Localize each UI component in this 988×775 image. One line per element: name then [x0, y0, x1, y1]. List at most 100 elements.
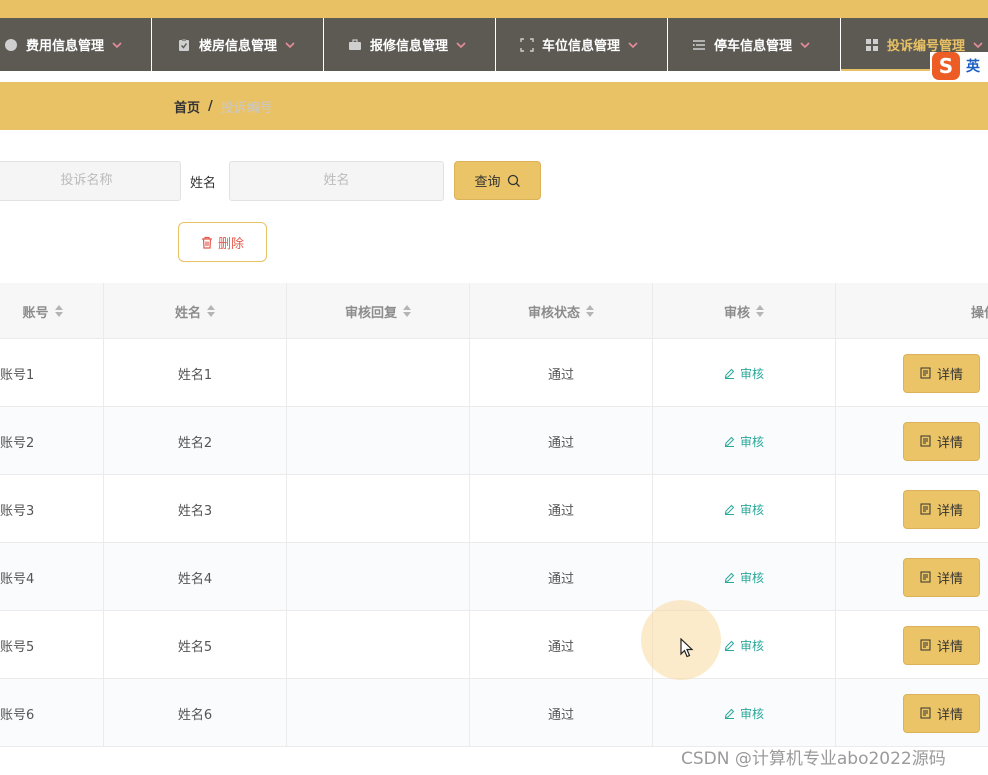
- detail-button[interactable]: 详情: [903, 693, 980, 733]
- table-header: 账号 姓名 审核回复 审核状态 审核 操作: [0, 283, 988, 339]
- nav-item-label: 费用信息管理: [26, 39, 105, 54]
- breadcrumb: 首页 / 投诉编号: [174, 82, 273, 130]
- sogou-logo: S: [932, 52, 960, 80]
- audit-link[interactable]: 审核: [724, 501, 764, 518]
- account-text: 人账号5: [0, 639, 35, 655]
- trash-icon: [201, 236, 212, 249]
- cell-account: 人账号2: [0, 407, 104, 475]
- nav-item-parking[interactable]: 停车信息管理: [692, 18, 810, 71]
- document-icon: [920, 367, 931, 379]
- cell-audit: 审核: [653, 475, 836, 543]
- account-text: 人账号6: [0, 707, 35, 723]
- nav-item-building[interactable]: 楼房信息管理: [177, 18, 295, 71]
- column-header-label: 姓名: [174, 305, 201, 321]
- audit-link-label: 审核: [739, 366, 764, 381]
- column-header-label: 操作: [971, 305, 988, 321]
- query-button[interactable]: 查询: [454, 161, 541, 200]
- account-text: 人账号2: [0, 435, 35, 451]
- cell-reply: [287, 407, 470, 475]
- watermark: CSDN @计算机专业abo2022源码: [681, 749, 946, 769]
- breadcrumb-current: 投诉编号: [220, 100, 273, 116]
- detail-button-label: 详情: [936, 367, 963, 383]
- audit-link[interactable]: 审核: [724, 365, 764, 382]
- sort-icon[interactable]: [756, 305, 764, 317]
- nav-divider: [323, 18, 324, 71]
- column-header-audit[interactable]: 审核: [653, 283, 836, 339]
- detail-button-label: 详情: [936, 707, 963, 723]
- nav-item-fee[interactable]: 费用信息管理: [4, 18, 122, 71]
- nav-item-label: 车位信息管理: [542, 39, 621, 54]
- cell-reply: [287, 679, 470, 747]
- cell-status: 通过: [470, 611, 653, 679]
- account-text: 人账号4: [0, 571, 35, 587]
- detail-button-label: 详情: [936, 639, 963, 655]
- column-header-status[interactable]: 审核状态: [470, 283, 653, 339]
- breadcrumb-separator: /: [208, 98, 213, 114]
- cell-name: 姓名6: [104, 679, 287, 747]
- name-label: 姓名: [190, 176, 217, 191]
- name-input[interactable]: 姓名: [229, 161, 444, 201]
- cell-name: 姓名4: [104, 543, 287, 611]
- breadcrumb-bar: 首页 / 投诉编号: [0, 82, 988, 130]
- column-header-label: 审核状态: [527, 305, 580, 321]
- audit-link-label: 审核: [739, 434, 764, 449]
- sort-icon[interactable]: [403, 305, 411, 317]
- cell-reply: [287, 543, 470, 611]
- nav-item-repair[interactable]: 报修信息管理: [348, 18, 466, 71]
- detail-button[interactable]: 详情: [903, 489, 980, 529]
- briefcase-icon: [349, 38, 361, 50]
- table-row: 人账号4 姓名4 通过 审核 详情: [0, 543, 988, 611]
- audit-link[interactable]: 审核: [724, 569, 764, 586]
- table-row: 人账号2 姓名2 通过 审核 详情: [0, 407, 988, 475]
- edit-icon: [724, 708, 735, 719]
- cell-actions: 详情: [836, 407, 988, 475]
- detail-button[interactable]: 详情: [903, 421, 980, 461]
- column-header-name[interactable]: 姓名: [104, 283, 287, 339]
- chevron-down-icon: [456, 37, 466, 52]
- ime-indicator[interactable]: S 英: [930, 52, 988, 80]
- breadcrumb-home[interactable]: 首页: [174, 97, 200, 116]
- column-header-reply[interactable]: 审核回复: [287, 283, 470, 339]
- detail-button-label: 详情: [936, 503, 963, 519]
- ime-language: 英: [966, 59, 980, 75]
- audit-link[interactable]: 审核: [724, 433, 764, 450]
- chevron-down-icon: [112, 37, 122, 52]
- nav-item-parking-space[interactable]: 车位信息管理: [520, 18, 638, 71]
- table-row: 人账号6 姓名6 通过 审核 详情: [0, 679, 988, 747]
- cell-account: 人账号6: [0, 679, 104, 747]
- document-icon: [920, 503, 931, 515]
- nav-divider: [667, 18, 668, 71]
- audit-link-label: 审核: [739, 706, 764, 721]
- audit-link[interactable]: 审核: [724, 637, 764, 654]
- cell-audit: 审核: [653, 407, 836, 475]
- cell-account: 人账号4: [0, 543, 104, 611]
- complaint-name-input[interactable]: 投诉名称: [0, 161, 181, 201]
- nav-divider: [151, 18, 152, 71]
- detail-button[interactable]: 详情: [903, 557, 980, 597]
- sort-icon[interactable]: [54, 305, 63, 317]
- delete-button-label: 删除: [217, 236, 244, 252]
- list-icon: [692, 39, 705, 50]
- edit-icon: [724, 640, 735, 651]
- cell-status: 通过: [470, 475, 653, 543]
- account-text: 人账号1: [0, 367, 35, 383]
- detail-button[interactable]: 详情: [903, 625, 980, 665]
- table-row: 人账号1 姓名1 通过 审核 详情: [0, 339, 988, 407]
- cell-status: 通过: [470, 339, 653, 407]
- nav-item-label: 报修信息管理: [370, 39, 449, 54]
- sort-icon[interactable]: [586, 305, 594, 317]
- top-nav: 费用信息管理 楼房信息管理 报修信息管理 车位信息管理 停车信息管理 投诉编号管…: [0, 18, 988, 71]
- audit-link[interactable]: 审核: [724, 705, 764, 722]
- audit-link-label: 审核: [739, 570, 764, 585]
- cell-reply: [287, 611, 470, 679]
- account-text: 人账号3: [0, 503, 35, 519]
- fullscreen-icon: [520, 37, 534, 52]
- grid-icon: [866, 38, 878, 51]
- column-header-account[interactable]: 账号: [0, 283, 104, 339]
- sort-icon[interactable]: [207, 305, 215, 317]
- chevron-down-icon: [628, 37, 638, 52]
- detail-button[interactable]: 详情: [903, 353, 980, 393]
- edit-icon: [724, 572, 735, 583]
- delete-button[interactable]: 删除: [178, 222, 267, 262]
- cell-status: 通过: [470, 679, 653, 747]
